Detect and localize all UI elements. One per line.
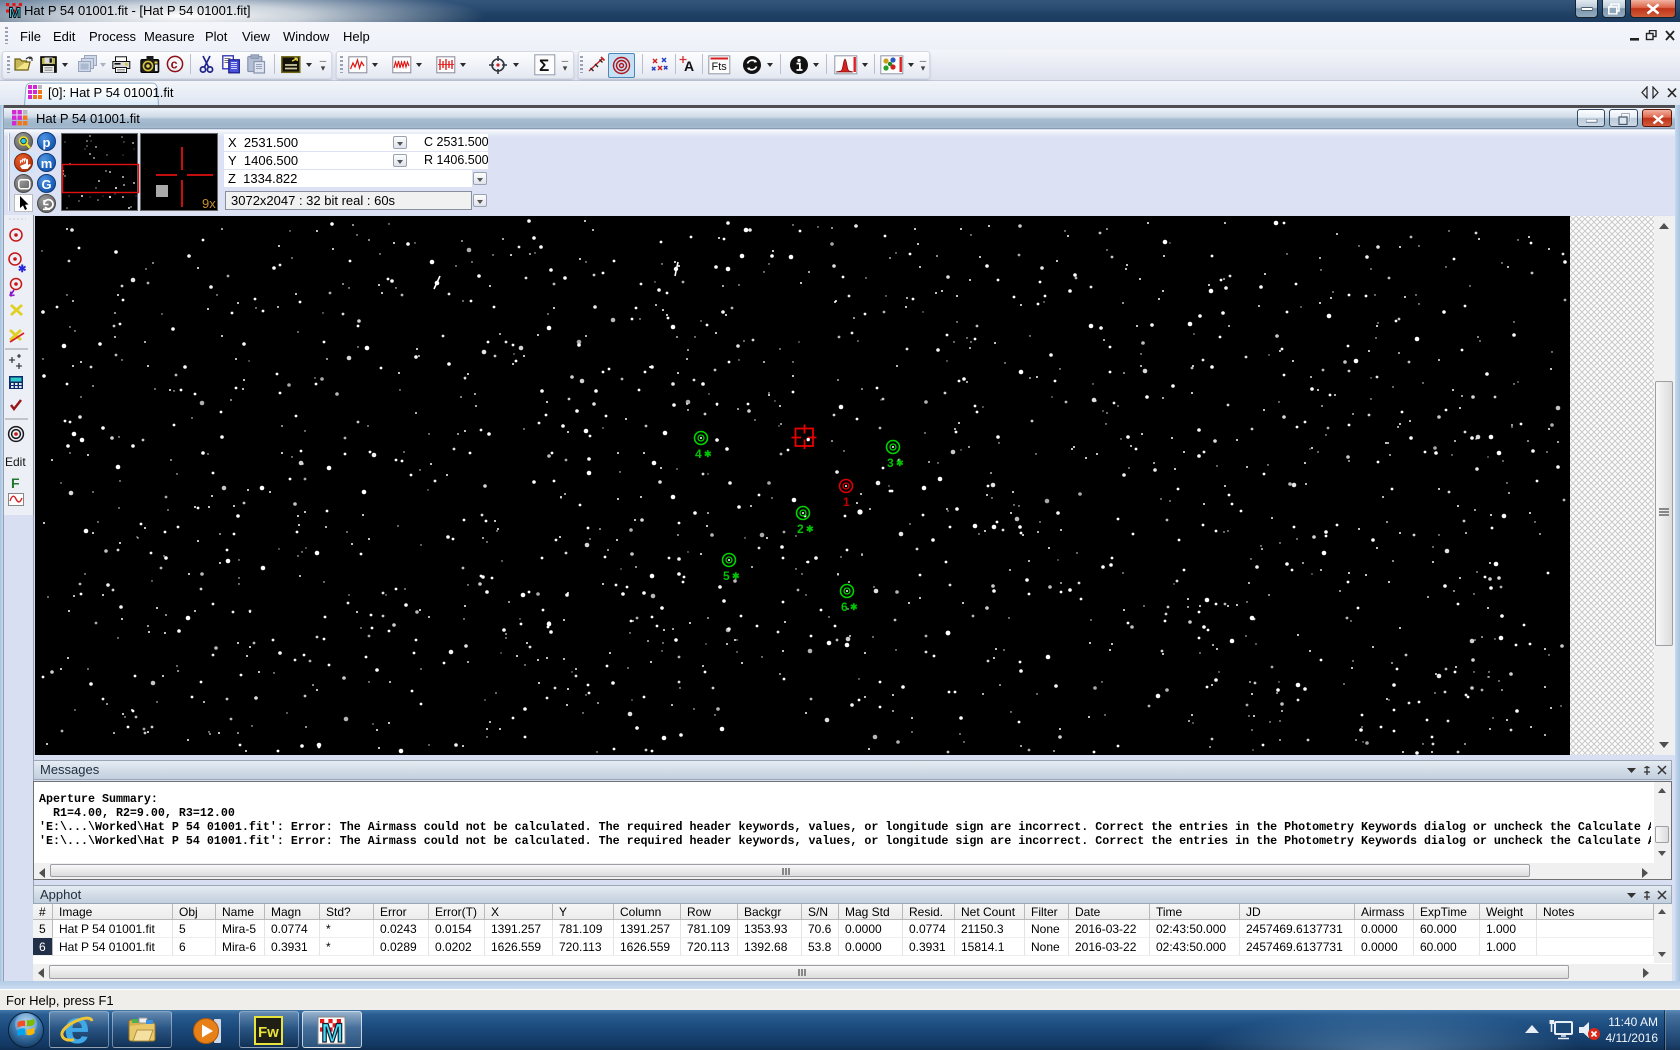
svg-text:3: 3 xyxy=(887,456,894,470)
svg-text:4: 4 xyxy=(695,447,702,461)
svg-text:6: 6 xyxy=(841,600,848,614)
svg-text:✱: ✱ xyxy=(806,524,814,534)
svg-text:5: 5 xyxy=(723,569,730,583)
svg-text:c: c xyxy=(171,57,178,71)
svg-text:✱: ✱ xyxy=(704,449,712,459)
svg-text:Edit: Edit xyxy=(5,455,26,469)
svg-text:Fw: Fw xyxy=(258,1024,279,1041)
svg-text:Fts: Fts xyxy=(712,61,728,73)
svg-text:✱: ✱ xyxy=(850,602,858,612)
svg-text:✱: ✱ xyxy=(732,571,740,581)
svg-text:✱: ✱ xyxy=(18,264,27,275)
svg-text:9x: 9x xyxy=(202,196,216,210)
svg-text:Σ: Σ xyxy=(539,56,549,75)
svg-text:✱: ✱ xyxy=(896,458,904,468)
svg-text:1: 1 xyxy=(843,495,850,509)
svg-text:F: F xyxy=(11,475,20,491)
svg-text:A: A xyxy=(684,58,694,74)
svg-text:M: M xyxy=(321,1018,344,1045)
svg-text:2: 2 xyxy=(797,522,804,536)
svg-text:M: M xyxy=(9,5,22,20)
